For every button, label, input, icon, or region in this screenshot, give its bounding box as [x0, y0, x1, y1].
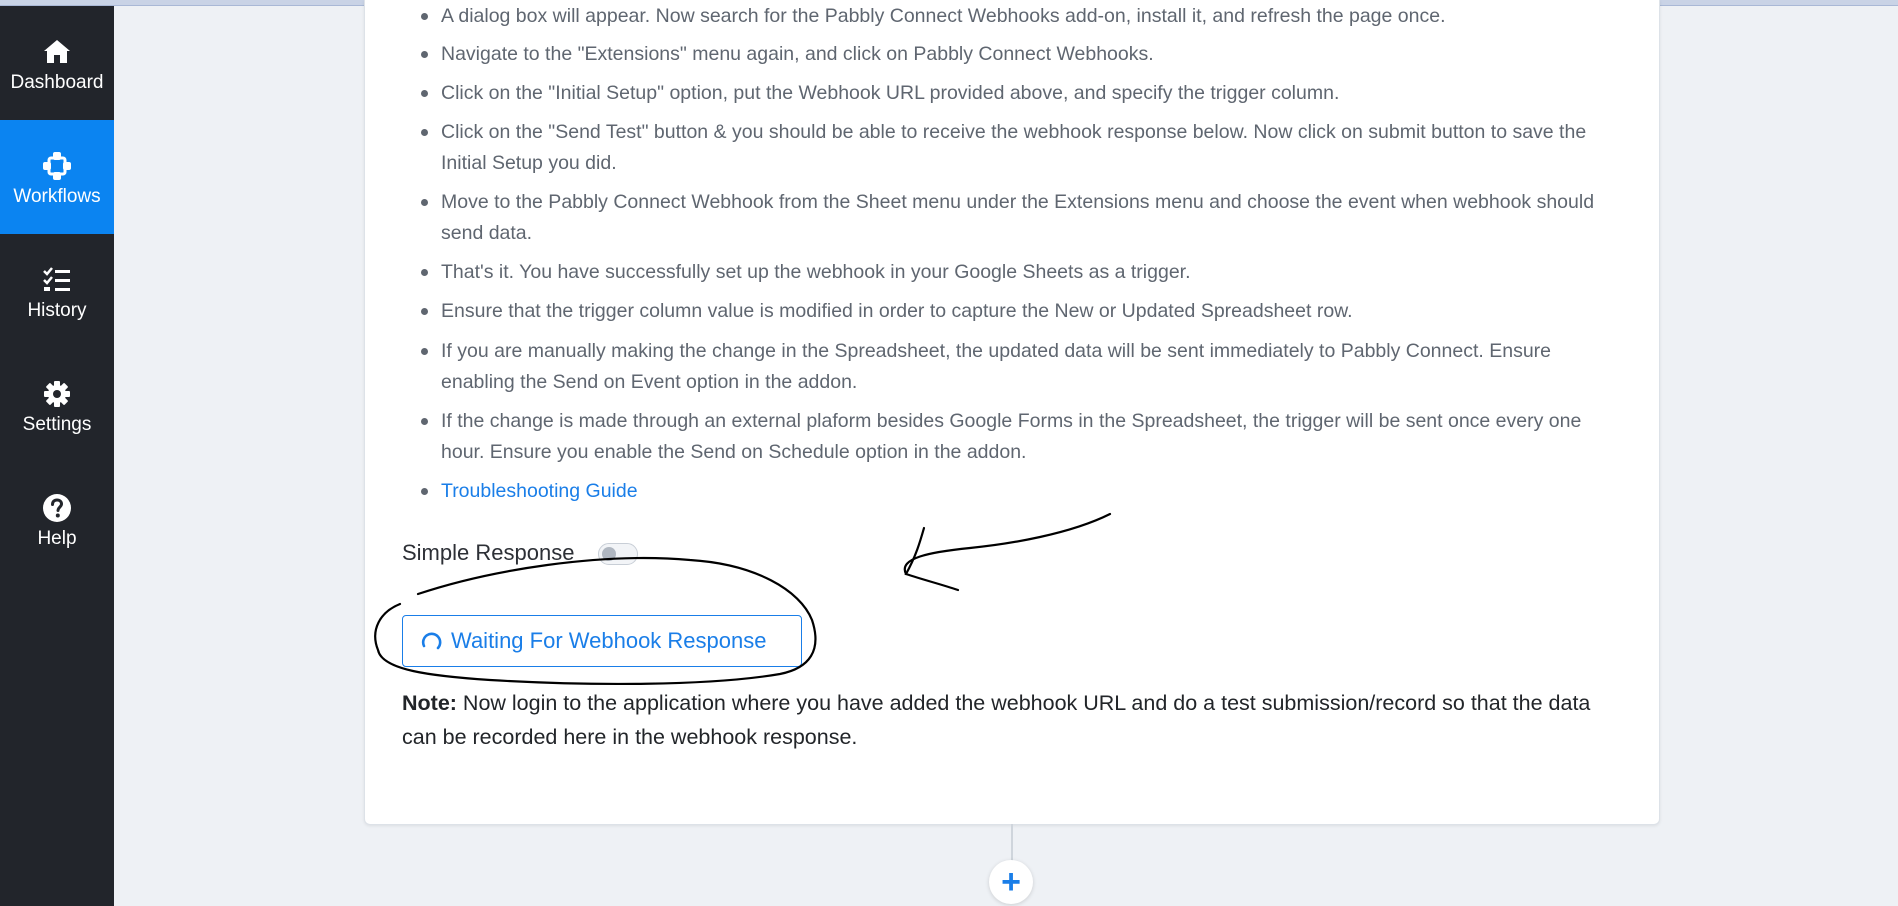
list-item: Move to the Pabbly Connect Webhook from …: [415, 187, 1625, 249]
list-item: Click on the "Send Test" button & you sh…: [415, 117, 1625, 179]
troubleshooting-guide-link[interactable]: Troubleshooting Guide: [441, 480, 638, 502]
list-item: That's it. You have successfully set up …: [415, 257, 1625, 288]
list-item: Ensure that the trigger column value is …: [415, 296, 1625, 327]
sidebar-item-label: Help: [37, 528, 77, 549]
workflow-connector-line: [1011, 824, 1013, 864]
sidebar-item-label: Settings: [22, 414, 92, 435]
plus-icon: +: [1001, 863, 1021, 901]
list-item: Troubleshooting Guide: [415, 476, 1625, 507]
list-item: If the change is made through an externa…: [415, 406, 1625, 468]
note-prefix: Note:: [402, 691, 457, 715]
list-item: Navigate to the "Extensions" menu again,…: [415, 39, 1625, 70]
home-icon: [44, 40, 70, 63]
spinner-icon: [421, 632, 442, 650]
sidebar-item-settings[interactable]: Settings: [0, 348, 114, 462]
toggle-knob: [602, 547, 616, 561]
sidebar-item-workflows[interactable]: Workflows: [0, 120, 114, 234]
sidebar: Dashboard Workflows History Settings Hel…: [0, 6, 114, 906]
list-item: Click on the "Initial Setup" option, put…: [415, 78, 1625, 109]
sidebar-item-dashboard[interactable]: Dashboard: [0, 6, 114, 120]
add-step-button[interactable]: +: [989, 860, 1033, 904]
waiting-for-webhook-response-button[interactable]: Waiting For Webhook Response: [402, 615, 802, 667]
simple-response-label: Simple Response: [402, 540, 575, 565]
list-item: A dialog box will appear. Now search for…: [415, 1, 1625, 32]
sidebar-item-label: History: [27, 300, 87, 321]
note-text: Note: Now login to the application where…: [402, 686, 1622, 754]
waiting-button-label: Waiting For Webhook Response: [451, 628, 767, 653]
sidebar-item-label: Dashboard: [10, 72, 104, 93]
sidebar-item-history[interactable]: History: [0, 234, 114, 348]
note-body: Now login to the application where you h…: [402, 691, 1591, 749]
help-icon: [43, 494, 71, 522]
simple-response-toggle[interactable]: [598, 543, 638, 565]
sidebar-item-label: Workflows: [13, 186, 101, 207]
workflow-icon: [43, 152, 71, 180]
checklist-icon: [43, 267, 70, 291]
sidebar-item-help[interactable]: Help: [0, 462, 114, 576]
list-item: If you are manually making the change in…: [415, 336, 1625, 398]
gear-icon: [44, 381, 70, 407]
